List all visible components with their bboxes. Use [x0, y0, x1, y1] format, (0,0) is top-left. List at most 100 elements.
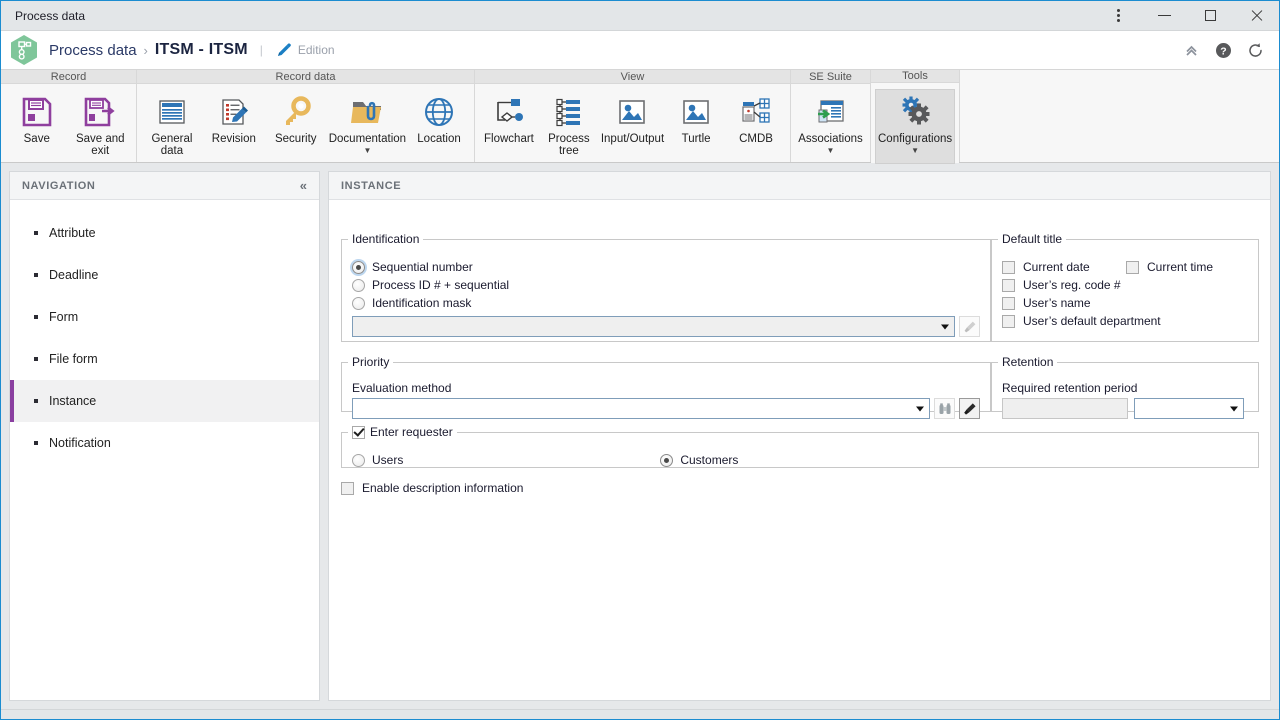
flowchart-button[interactable]: Flowchart — [479, 90, 539, 162]
sidebar-item-form[interactable]: Form — [10, 296, 319, 338]
revision-button[interactable]: Revision — [203, 90, 265, 162]
brush-icon — [963, 402, 976, 415]
enable-description-information-checkbox[interactable]: Enable description information — [341, 481, 523, 495]
breadcrumb-root[interactable]: Process data — [49, 42, 137, 59]
checkbox-icon[interactable] — [341, 481, 354, 495]
checkbox-label: Current time — [1147, 260, 1214, 274]
refresh-button[interactable] — [1241, 36, 1269, 64]
checkbox-label: Enable description information — [362, 481, 524, 495]
checkbox-label: Current date — [1023, 260, 1090, 274]
location-button[interactable]: Location — [408, 90, 470, 162]
chevron-down-icon[interactable]: ▼ — [363, 147, 371, 155]
evaluation-method-clear-button[interactable] — [959, 398, 980, 419]
radio-icon[interactable] — [352, 453, 365, 467]
help-button[interactable]: ? — [1209, 36, 1237, 64]
associations-button[interactable]: Associations ▼ — [795, 90, 866, 162]
sidebar-item-label: File form — [49, 352, 98, 366]
process-tree-icon — [553, 92, 585, 132]
bullet-icon — [34, 315, 38, 319]
ribbon-group-title: Tools — [871, 70, 959, 83]
save-and-exit-icon — [83, 92, 117, 132]
content-header: INSTANCE — [329, 172, 1270, 200]
radio-label: Process ID # + sequential — [372, 278, 510, 292]
ribbon-button-label: Turtle — [681, 133, 711, 145]
checkbox-icon[interactable] — [1002, 314, 1015, 328]
radio-label: Identification mask — [372, 296, 472, 310]
ribbon-group-title: Record data — [137, 70, 474, 84]
priority-group: Priority Evaluation method — [341, 355, 991, 419]
save-and-exit-button[interactable]: Save and exit — [69, 90, 133, 162]
documentation-button[interactable]: Documentation ▼ — [327, 90, 408, 162]
sidebar-item-attribute[interactable]: Attribute — [10, 212, 319, 254]
ribbon-button-label: Documentation — [328, 133, 407, 145]
security-button[interactable]: Security — [265, 90, 327, 162]
maximize-icon — [1204, 10, 1216, 21]
collapse-navigation-icon[interactable]: « — [300, 178, 307, 193]
navigation-panel: NAVIGATION « Attribute Deadline Form Fil… — [9, 171, 320, 701]
turtle-button[interactable]: Turtle — [666, 90, 726, 162]
radio-process-id-sequential[interactable]: Process ID # + sequential — [352, 276, 509, 294]
checkbox-user-reg-code[interactable]: User’s reg. code # — [1002, 278, 1121, 292]
radio-sequential-number[interactable]: Sequential number — [352, 258, 509, 276]
chevron-down-icon[interactable]: ▼ — [827, 147, 835, 155]
ribbon-button-label: Flowchart — [484, 133, 534, 145]
checkbox-icon[interactable] — [352, 425, 365, 439]
ribbon-button-label: Input/Output — [600, 133, 665, 145]
radio-icon[interactable] — [660, 453, 674, 467]
sidebar-item-notification[interactable]: Notification — [10, 422, 319, 464]
minimize-icon — [1157, 15, 1171, 16]
close-button[interactable] — [1233, 1, 1279, 30]
radio-icon[interactable] — [352, 260, 365, 274]
maximize-button[interactable] — [1187, 1, 1233, 30]
sidebar-item-instance[interactable]: Instance — [10, 380, 319, 422]
minimize-button[interactable] — [1141, 1, 1187, 30]
chevron-down-icon[interactable]: ▼ — [911, 147, 919, 155]
radio-icon[interactable] — [352, 278, 365, 292]
radio-identification-mask[interactable]: Identification mask — [352, 294, 509, 312]
evaluation-method-label: Evaluation method — [352, 381, 452, 395]
brush-icon — [964, 321, 975, 332]
cmdb-button[interactable]: CMDB — [726, 90, 786, 162]
enter-requester-group: Enter requester Users Customers — [341, 425, 1259, 468]
checkbox-icon[interactable] — [1126, 260, 1139, 274]
evaluation-method-search-button[interactable] — [934, 398, 955, 419]
checkbox-user-name[interactable]: User’s name — [1002, 296, 1091, 310]
chevron-down-icon[interactable] — [941, 324, 949, 329]
identification-clear-button[interactable] — [959, 316, 980, 337]
checkbox-label: User’s name — [1023, 296, 1091, 310]
sidebar-item-deadline[interactable]: Deadline — [10, 254, 319, 296]
chevron-down-icon[interactable] — [1230, 406, 1238, 411]
radio-users[interactable]: Users — [352, 451, 403, 469]
save-button[interactable]: Save — [5, 90, 69, 162]
sidebar-item-label: Deadline — [49, 268, 99, 282]
evaluation-method-combo[interactable] — [352, 398, 930, 419]
edition-label: Edition — [297, 43, 335, 57]
ribbon-group-items: General data Revision Security Documenta… — [137, 84, 474, 162]
configurations-button[interactable]: Configurations ▼ — [875, 89, 956, 164]
radio-label: Customers — [680, 453, 739, 467]
checkbox-label: User’s reg. code # — [1023, 278, 1121, 292]
ribbon-button-label: General data — [151, 133, 193, 157]
checkbox-current-time[interactable]: Current time — [1126, 260, 1250, 274]
retention-period-input[interactable] — [1002, 398, 1128, 419]
checkbox-icon[interactable] — [1002, 296, 1015, 310]
checkbox-user-default-department[interactable]: User’s default department — [1002, 314, 1161, 328]
checkbox-icon[interactable] — [1002, 260, 1015, 274]
radio-icon[interactable] — [352, 296, 365, 310]
checkbox-icon[interactable] — [1002, 278, 1015, 292]
input-output-button[interactable]: Input/Output — [599, 90, 666, 162]
identification-mask-combo[interactable] — [352, 316, 955, 337]
chevron-down-icon[interactable] — [916, 406, 924, 411]
general-data-button[interactable]: General data — [141, 90, 203, 162]
sidebar-item-file-form[interactable]: File form — [10, 338, 319, 380]
more-options-button[interactable] — [1095, 1, 1141, 30]
window-title-bar: Process data — [1, 1, 1279, 31]
collapse-ribbon-button[interactable] — [1177, 36, 1205, 64]
ribbon-button-label: Location — [417, 133, 461, 145]
ribbon-group-items: Associations ▼ — [791, 84, 870, 162]
process-tree-button[interactable]: Process tree — [539, 90, 599, 162]
radio-customers[interactable]: Customers — [660, 451, 738, 469]
enter-requester-legend[interactable]: Enter requester — [348, 425, 457, 439]
checkbox-current-date[interactable]: Current date — [1002, 260, 1126, 274]
retention-unit-combo[interactable] — [1134, 398, 1244, 419]
